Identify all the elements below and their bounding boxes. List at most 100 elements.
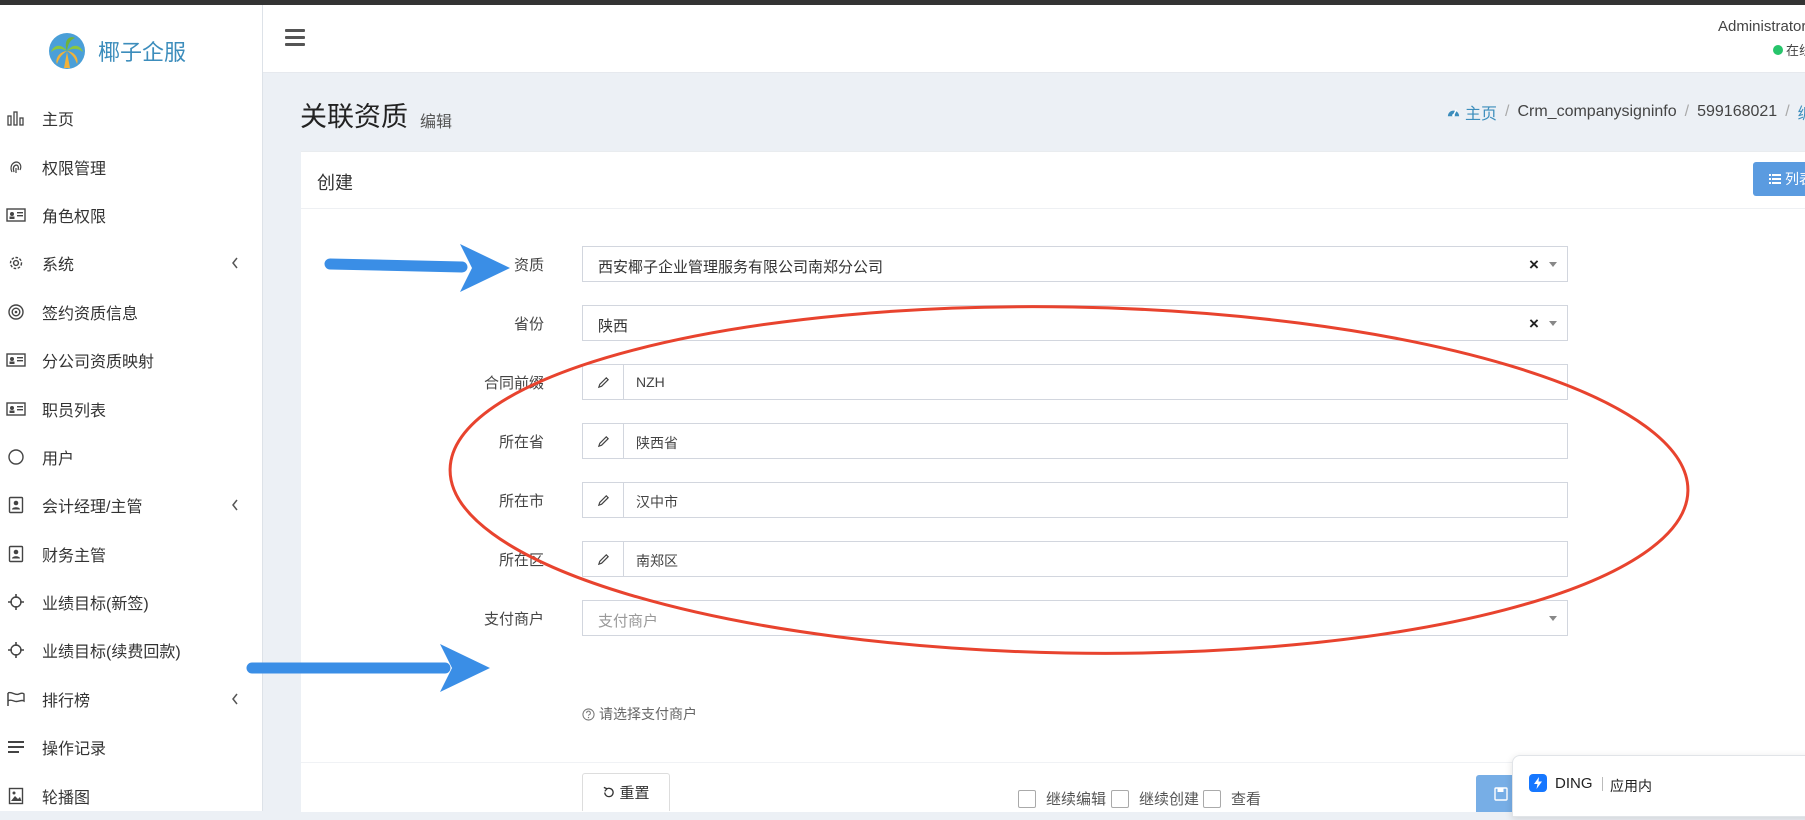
target-icon bbox=[5, 301, 27, 323]
dashboard-icon bbox=[1447, 108, 1460, 117]
contact-icon bbox=[5, 494, 27, 516]
sidebar-item[interactable]: 用户 bbox=[0, 433, 262, 481]
located-province-label: 所在省 bbox=[498, 434, 544, 451]
id-card-icon bbox=[5, 398, 27, 420]
continue-create-checkbox[interactable]: 继续创建 bbox=[1111, 788, 1199, 809]
breadcrumb-home[interactable]: 主页 bbox=[1446, 100, 1497, 124]
sidebar-item[interactable]: 权限管理 bbox=[0, 142, 262, 190]
view-checkbox[interactable]: 查看 bbox=[1203, 788, 1261, 809]
pencil-icon bbox=[583, 542, 624, 576]
crosshair-icon bbox=[5, 591, 27, 613]
fingerprint-icon bbox=[5, 156, 27, 178]
user-name[interactable]: Administrator bbox=[1718, 18, 1805, 35]
clear-icon[interactable]: × bbox=[1529, 255, 1539, 275]
sidebar-item[interactable]: 签约资质信息 bbox=[0, 288, 262, 336]
dropdown-arrow-icon bbox=[1549, 321, 1557, 326]
gear-icon bbox=[5, 252, 27, 274]
breadcrumb: 主页 / Crm_companysigninfo / 599168021 / 编… bbox=[1446, 100, 1805, 124]
ding-popup[interactable]: DING 应用内 bbox=[1512, 755, 1805, 817]
sidebar-item-label: 职员列表 bbox=[42, 402, 107, 420]
located-city-label: 所在市 bbox=[498, 493, 544, 510]
qualification-label: 资质 bbox=[513, 257, 544, 274]
lightning-icon bbox=[1529, 774, 1547, 792]
payment-merchant-help: 请选择支付商户 bbox=[582, 704, 697, 724]
palm-logo-icon bbox=[49, 33, 85, 69]
ding-subtitle: 应用内 bbox=[1610, 778, 1652, 794]
sidebar-item[interactable]: 业绩目标(新签) bbox=[0, 578, 262, 626]
sidebar-item[interactable]: 角色权限 bbox=[0, 191, 262, 239]
sidebar-item-label: 业绩目标(新签) bbox=[42, 596, 149, 614]
pencil-icon bbox=[583, 483, 624, 517]
qualification-select[interactable]: 西安椰子企业管理服务有限公司南郑分公司 × bbox=[582, 246, 1568, 282]
clear-icon[interactable]: × bbox=[1529, 314, 1539, 334]
located-province-field[interactable]: 陕西省 bbox=[582, 423, 1568, 459]
floppy-disk-icon bbox=[1494, 786, 1508, 801]
sidebar-item-label: 签约资质信息 bbox=[42, 305, 139, 323]
sidebar-item[interactable]: 分公司资质映射 bbox=[0, 336, 262, 384]
contract-prefix-label: 合同前缀 bbox=[483, 375, 544, 392]
sidebar-item[interactable]: 会计经理/主管 bbox=[0, 481, 262, 529]
sidebar-item-label: 业绩目标(续费回款) bbox=[42, 644, 181, 662]
menu-toggle-icon[interactable] bbox=[285, 29, 305, 47]
sidebar-item-label: 分公司资质映射 bbox=[42, 354, 155, 372]
list-icon bbox=[5, 736, 27, 758]
question-circle-icon bbox=[582, 707, 595, 721]
sidebar: 椰子企服 主页权限管理 角色权限 系统签约资质信息 分公司资质映射 职员列表用户会计经理… bbox=[0, 5, 263, 811]
contact-icon bbox=[5, 543, 27, 565]
sidebar-item[interactable]: 操作记录 bbox=[0, 723, 262, 771]
sidebar-item-label: 轮播图 bbox=[42, 789, 91, 807]
sidebar-item[interactable]: 排行榜 bbox=[0, 675, 262, 723]
sidebar-item[interactable]: 业绩目标(续费回款) bbox=[0, 626, 262, 674]
located-district-field[interactable]: 南郑区 bbox=[582, 541, 1568, 577]
breadcrumb-item[interactable]: 599168021 bbox=[1697, 103, 1777, 121]
card-title: 创建 bbox=[317, 173, 353, 193]
user-status: 在线 bbox=[1773, 40, 1805, 59]
sidebar-item-label: 操作记录 bbox=[42, 741, 107, 759]
bar-chart-icon bbox=[5, 107, 27, 129]
sidebar-item[interactable]: 职员列表 bbox=[0, 384, 262, 432]
dropdown-arrow-icon bbox=[1549, 262, 1557, 267]
sidebar-menu: 主页权限管理 角色权限 系统签约资质信息 分公司资质映射 职员列表用户会计经理/主管 财务… bbox=[0, 94, 262, 820]
payment-merchant-select[interactable]: 支付商户 bbox=[582, 600, 1568, 636]
sidebar-item-label: 排行榜 bbox=[42, 692, 91, 710]
continue-edit-checkbox[interactable]: 继续编辑 bbox=[1018, 788, 1106, 809]
ding-separator bbox=[1602, 777, 1603, 791]
sidebar-item-label: 财务主管 bbox=[42, 547, 107, 565]
logo[interactable]: 椰子企服 bbox=[48, 31, 186, 71]
located-city-field[interactable]: 汉中市 bbox=[582, 482, 1568, 518]
located-district-label: 所在区 bbox=[498, 552, 544, 569]
pencil-icon bbox=[583, 424, 624, 458]
sidebar-item[interactable]: 主页 bbox=[0, 94, 262, 142]
brand-name: 椰子企服 bbox=[98, 40, 187, 65]
sidebar-item-label: 用户 bbox=[42, 450, 75, 468]
contract-prefix-field[interactable]: NZH bbox=[582, 364, 1568, 400]
sidebar-item[interactable]: 轮播图 bbox=[0, 771, 262, 819]
page-title: 关联资质 bbox=[300, 102, 408, 132]
province-label: 省份 bbox=[513, 316, 544, 333]
circle-icon bbox=[5, 446, 27, 468]
breadcrumb-current: 编辑 bbox=[1798, 100, 1805, 124]
flag-icon bbox=[5, 688, 27, 710]
edit-card: 创建 列表 资质 西安椰子企业管理服务有限公司南郑分公司 × 省份 陕西 × 合… bbox=[301, 151, 1805, 812]
ding-name: DING bbox=[1555, 775, 1593, 792]
id-card-icon bbox=[5, 349, 27, 371]
sidebar-item[interactable]: 财务主管 bbox=[0, 530, 262, 578]
reset-button[interactable]: 重置 bbox=[582, 773, 670, 811]
province-select[interactable]: 陕西 × bbox=[582, 305, 1568, 341]
online-dot-icon bbox=[1773, 44, 1783, 55]
image-icon bbox=[5, 785, 27, 807]
pencil-icon bbox=[583, 365, 624, 399]
crosshair-icon bbox=[5, 639, 27, 661]
list-button[interactable]: 列表 bbox=[1753, 162, 1805, 196]
id-card-icon bbox=[5, 204, 27, 226]
sidebar-item[interactable]: 系统 bbox=[0, 239, 262, 287]
chevron-left-icon bbox=[230, 498, 244, 512]
top-header: Administrator 在线 bbox=[263, 5, 1805, 73]
sidebar-item-label: 主页 bbox=[42, 112, 75, 130]
chevron-left-icon bbox=[230, 256, 244, 270]
card-header: 创建 列表 bbox=[301, 152, 1805, 209]
undo-icon bbox=[604, 786, 615, 798]
chevron-left-icon bbox=[230, 692, 244, 706]
breadcrumb-item[interactable]: Crm_companysigninfo bbox=[1517, 103, 1676, 121]
sidebar-item-label: 会计经理/主管 bbox=[42, 499, 143, 517]
